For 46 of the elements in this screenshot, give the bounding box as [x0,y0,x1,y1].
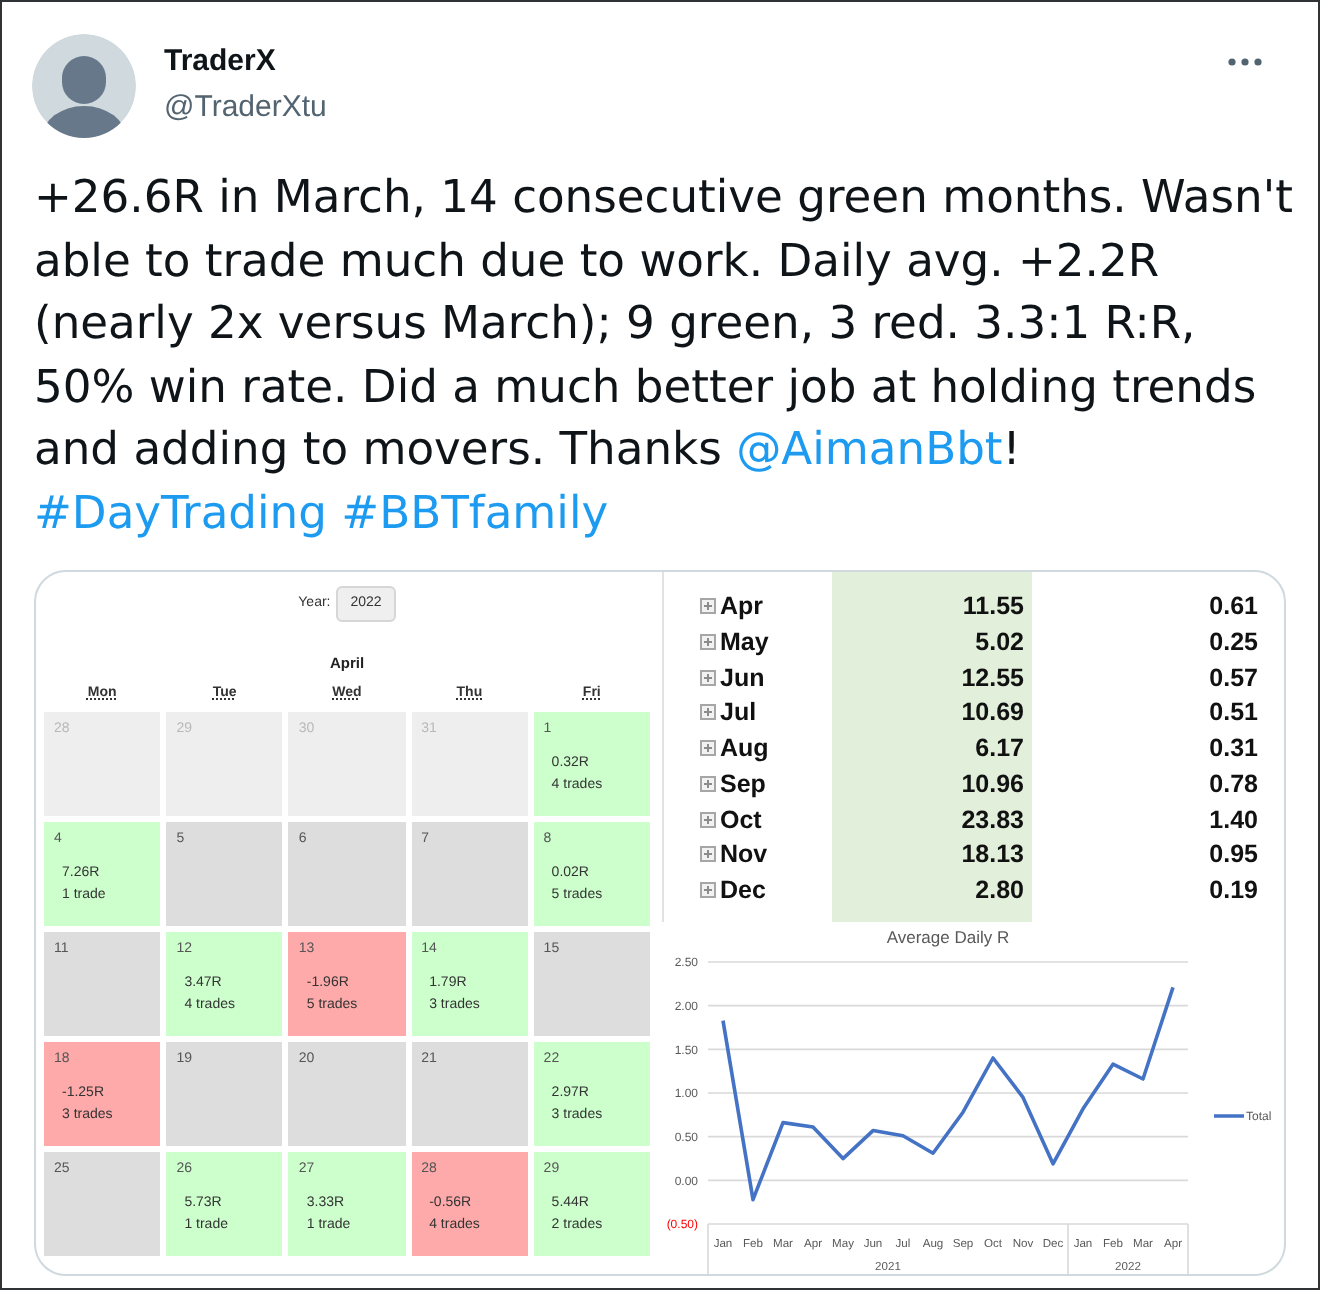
table-cell-text: 0.51 [1209,696,1258,731]
expand-icon [700,669,716,686]
table-cell-text: 5.02 [975,626,1024,660]
table-cell-text: 1.40 [1209,803,1258,837]
more-icon[interactable] [1228,58,1262,66]
expand-icon [700,598,716,615]
table-cell-text: 0.25 [1209,626,1258,660]
chart-title: Average Daily R [886,926,1010,947]
author-handle: @TraderXtu [164,88,327,128]
table-cell-text: 0.57 [1209,661,1258,696]
row-label: Jun [720,661,765,696]
row-label: Aug [720,732,769,766]
table-cell-text: 6.17 [975,732,1024,766]
row-label: Oct [720,803,762,837]
table-cell-text: 23.83 [961,803,1024,837]
expand-icon [700,811,716,828]
hashtag-link[interactable]: #DayTrading [34,487,327,540]
row-label: May [720,626,769,660]
row-label: Apr [720,590,764,625]
table-cell-text: 0.78 [1209,767,1258,802]
expand-icon [700,775,716,792]
expand-icon [700,881,716,898]
expand-icon [700,704,716,721]
tweet-text: +26.6R in March, 14 consecutive green months. Wasn't able to trade much due to work. Daily avg. +2.2R (nearly 2x versus March); 9 green, 3 red. 3.3:1 R:R, 50% win rate. Did a much better job at holding trends and adding to movers. Thanks @AimanBbt! [34,170,1295,481]
table-cell-text: 0.31 [1209,732,1258,766]
table-cell-text: 18.13 [961,838,1024,873]
table-cell-text: 12.55 [961,661,1024,696]
table-cell-text: 0.19 [1209,873,1258,908]
table-cell-text: 10.96 [961,767,1024,802]
author-name: TraderX [164,42,276,82]
expand-icon [700,634,716,651]
table-cell-text: 2.80 [975,873,1024,908]
expand-icon [700,740,716,757]
row-label: Dec [720,873,766,908]
table-cell-text: 11.55 [962,590,1024,625]
table-cell-text: 10.69 [961,696,1024,731]
row-label: Sep [720,767,766,802]
table-cell-text: 0.95 [1209,838,1258,873]
row-label: Nov [720,838,768,873]
row-label: Jul [720,696,757,731]
expand-icon [700,846,716,863]
table-cell-text: 0.61 [1209,590,1258,625]
hashtag-link[interactable]: #BBTfamily [341,487,609,540]
avatar-icon [32,34,136,138]
mention-link[interactable]: @AimanBbt [736,424,1003,477]
legend-marker-icon [1214,1113,1244,1117]
